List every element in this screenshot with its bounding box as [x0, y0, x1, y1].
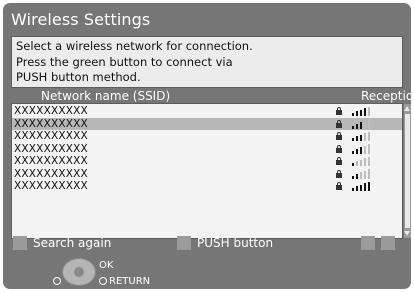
- signal-bar: [364, 120, 366, 129]
- lock-icon: [336, 119, 342, 128]
- signal-bars-icon: [352, 181, 378, 191]
- signal-bar: [352, 125, 354, 129]
- signal-bar: [360, 184, 362, 191]
- signal-bars-icon: [352, 119, 378, 129]
- message-line-1: Select a wireless network for connection…: [16, 39, 253, 53]
- signal-bar: [368, 181, 370, 191]
- signal-bar: [360, 134, 362, 141]
- network-row[interactable]: XXXXXXXXXX: [12, 130, 402, 142]
- signal-bar: [364, 145, 366, 154]
- signal-bar: [368, 156, 370, 166]
- signal-bar: [356, 123, 358, 129]
- scroll-up-arrow-icon[interactable]: [404, 106, 410, 111]
- signal-bars-icon: [352, 156, 378, 166]
- remote-nav-hints: OK RETURN: [53, 255, 173, 289]
- signal-bar: [364, 133, 366, 141]
- lock-icon: [336, 182, 342, 190]
- column-reception-header: Reception: [361, 89, 411, 103]
- dialog-title: Wireless Settings: [11, 10, 151, 29]
- signal-bar: [356, 111, 358, 116]
- signal-bar: [368, 106, 370, 116]
- network-ssid: XXXXXXXXXX: [14, 180, 88, 192]
- lock-icon: [336, 169, 342, 178]
- signal-bar: [364, 108, 366, 116]
- blue-button-icon[interactable]: [381, 236, 395, 250]
- signal-bar: [352, 163, 354, 166]
- signal-bar: [368, 144, 370, 154]
- signal-bar: [356, 136, 358, 141]
- signal-bars-icon: [352, 144, 378, 154]
- signal-bar: [360, 122, 362, 129]
- signal-bars-icon: [352, 169, 378, 179]
- signal-bars-icon: [352, 106, 378, 116]
- network-ssid: XXXXXXXXXX: [14, 142, 88, 155]
- network-list-header: Network name (SSID) Reception: [11, 89, 411, 103]
- green-button-icon[interactable]: [177, 236, 191, 250]
- search-again-button[interactable]: Search again: [33, 236, 111, 250]
- signal-bar: [360, 147, 362, 154]
- network-ssid: XXXXXXXXXX: [14, 105, 88, 117]
- wireless-settings-dialog: Wireless Settings Select a wireless netw…: [3, 3, 411, 289]
- signal-bar: [356, 161, 358, 166]
- signal-bar: [360, 172, 362, 179]
- signal-bar: [368, 169, 370, 179]
- signal-bar: [360, 159, 362, 166]
- instruction-message: Select a wireless network for connection…: [11, 36, 403, 88]
- dpad-icon: [62, 258, 96, 286]
- network-row[interactable]: XXXXXXXXXX: [12, 143, 402, 155]
- signal-bar: [364, 170, 366, 179]
- lock-icon: [336, 157, 342, 165]
- tv-screen: Wireless Settings Select a wireless netw…: [0, 0, 414, 292]
- lock-icon: [336, 107, 342, 115]
- signal-bar: [368, 131, 370, 141]
- signal-bar: [364, 183, 366, 191]
- network-row[interactable]: XXXXXXXXXX: [12, 155, 402, 167]
- push-button-button[interactable]: PUSH button: [197, 236, 273, 250]
- network-row[interactable]: XXXXXXXXXX: [12, 117, 402, 130]
- network-ssid: XXXXXXXXXX: [14, 167, 88, 180]
- return-circle-icon: [99, 277, 107, 285]
- signal-bar: [352, 150, 354, 154]
- yellow-button-icon[interactable]: [361, 236, 375, 250]
- message-line-2: Press the green button to connect via: [16, 54, 233, 69]
- signal-bar: [356, 186, 358, 191]
- network-row[interactable]: XXXXXXXXXX: [12, 180, 402, 192]
- signal-bar: [352, 188, 354, 191]
- signal-bar: [364, 158, 366, 166]
- red-button-icon[interactable]: [13, 236, 27, 250]
- message-line-3: PUSH button method.: [16, 70, 141, 84]
- dpad-center-icon: [74, 267, 84, 277]
- lock-icon: [336, 144, 342, 153]
- scroll-thumb[interactable]: [405, 114, 410, 228]
- signal-bar: [368, 119, 370, 129]
- list-scrollbar[interactable]: [404, 104, 411, 238]
- lock-icon: [336, 132, 342, 140]
- network-ssid: XXXXXXXXXX: [14, 130, 88, 142]
- ok-hint-label: OK: [99, 260, 114, 271]
- signal-bars-icon: [352, 131, 378, 141]
- network-ssid: XXXXXXXXXX: [14, 155, 88, 167]
- signal-bar: [360, 109, 362, 116]
- return-hint-label: RETURN: [109, 276, 151, 287]
- network-row[interactable]: XXXXXXXXXX: [12, 105, 402, 117]
- network-row[interactable]: XXXXXXXXXX: [12, 168, 402, 180]
- left-circle-icon: [53, 277, 61, 285]
- signal-bar: [352, 113, 354, 116]
- color-button-bar: Search again PUSH button: [11, 236, 411, 252]
- column-ssid-header: Network name (SSID): [41, 89, 171, 103]
- signal-bar: [352, 138, 354, 141]
- network-list[interactable]: XXXXXXXXXX XXXXXXXXXX XXXXXXXXXX XXXXXXXXXX…: [11, 103, 403, 239]
- signal-bar: [356, 173, 358, 179]
- signal-bar: [356, 148, 358, 154]
- network-ssid: XXXXXXXXXX: [14, 117, 88, 130]
- signal-bar: [352, 175, 354, 179]
